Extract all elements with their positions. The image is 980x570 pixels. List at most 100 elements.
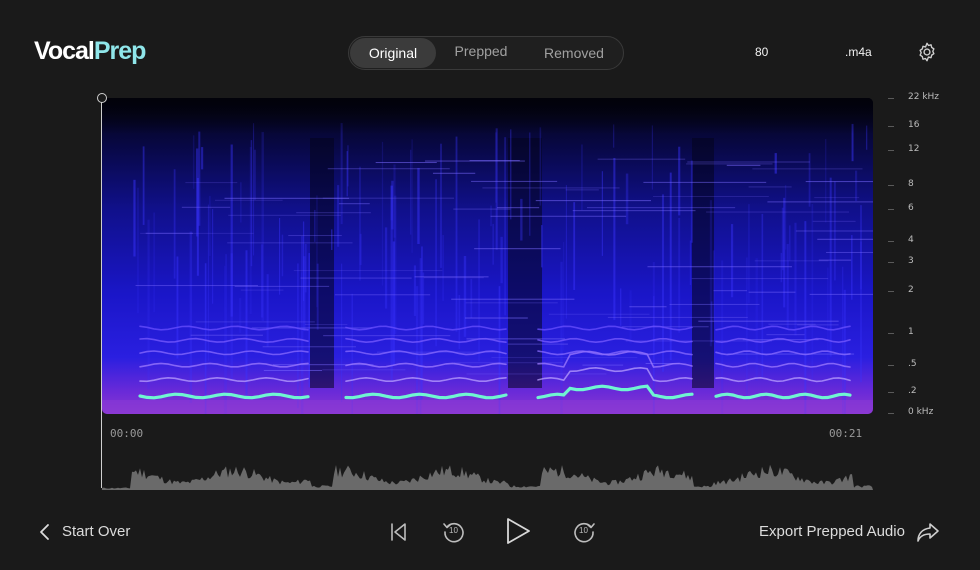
tab-removed[interactable]: Removed: [527, 38, 621, 68]
spectrogram-harmonic-noise: [643, 181, 767, 183]
spectrogram-streak: [794, 222, 797, 336]
spectrogram-streak: [212, 209, 214, 304]
spectrogram-streak: [394, 195, 397, 335]
spectrogram-harmonic-noise: [669, 303, 760, 305]
frequency-label: 22 kHz: [908, 92, 940, 102]
spectrogram-streak: [192, 135, 195, 189]
spectrogram-streak: [359, 233, 362, 266]
spectrogram-streak: [520, 198, 523, 241]
export-label: Export Prepped Audio: [759, 523, 905, 540]
spectrogram-streak: [860, 205, 862, 383]
spectrogram-streak: [478, 219, 480, 362]
spectrogram-streak: [240, 182, 242, 223]
rewind-10-button[interactable]: 10: [440, 518, 468, 546]
spectrogram-streak: [784, 185, 787, 250]
spectrogram-streak: [196, 177, 199, 276]
spectrogram-streak: [137, 187, 139, 314]
spectrogram-harmonic-noise: [582, 364, 624, 366]
frequency-tick: [888, 241, 894, 242]
spectrogram-harmonic-noise: [713, 290, 747, 292]
spectrogram-harmonic-noise: [474, 248, 561, 250]
spectrogram-harmonic-noise: [752, 168, 863, 170]
spectrogram-streak: [147, 219, 150, 390]
spectrogram-streak: [209, 195, 211, 257]
spectrogram-harmonic-noise: [334, 294, 431, 296]
tab-prepped[interactable]: Prepped: [437, 36, 525, 66]
spectrogram-streak: [417, 167, 420, 245]
spectrogram-harmonic-noise: [288, 235, 342, 237]
skip-to-start-button[interactable]: [388, 520, 410, 544]
spectrogram-streak: [748, 204, 750, 304]
spectrogram-top-fade: [102, 98, 873, 134]
play-button[interactable]: [502, 514, 534, 548]
spectrogram-streak: [230, 144, 233, 317]
spectrogram-harmonic-noise: [809, 293, 873, 295]
spectrogram-harmonic-noise: [726, 164, 761, 166]
spectrogram-harmonic-noise: [653, 195, 769, 197]
spectrogram-streak: [721, 260, 724, 414]
time-end-label: 00:21: [829, 427, 863, 440]
spectrogram-streak: [510, 129, 512, 220]
tab-original[interactable]: Original: [350, 38, 436, 68]
spectrogram-streak: [565, 185, 567, 319]
spectrogram-streak: [689, 240, 692, 285]
playhead-handle[interactable]: [97, 93, 107, 103]
chevron-left-icon: [40, 524, 49, 540]
spectrogram-harmonic-noise: [272, 364, 374, 366]
gear-icon[interactable]: [916, 41, 938, 63]
spectrogram-harmonic-noise: [224, 197, 350, 199]
frequency-tick: [888, 262, 894, 263]
spectrogram-harmonic-noise: [647, 266, 792, 268]
spectrogram-streak: [351, 293, 353, 414]
spectrogram-streak: [458, 295, 461, 350]
spectrogram-streak: [712, 250, 715, 321]
value-readout: 80: [755, 45, 769, 59]
spectrogram-streak: [625, 173, 629, 225]
spectrogram-harmonic-noise: [227, 242, 353, 244]
spectrogram-harmonic-noise: [818, 259, 852, 261]
spectrogram-streak: [841, 266, 844, 414]
spectrogram-gap: [508, 138, 542, 388]
spectrogram-streak: [381, 141, 384, 286]
spectrogram-harmonic-noise: [572, 210, 696, 212]
spectrogram-harmonic-noise: [497, 207, 540, 209]
spectrogram-streak: [260, 244, 264, 318]
time-start-label: 00:00: [110, 427, 144, 440]
spectrogram-streak: [774, 153, 777, 174]
spectrogram-streak: [308, 253, 311, 388]
spectrogram-streak: [629, 290, 632, 344]
spectrogram-streak: [573, 202, 576, 291]
spectrogram-streak: [761, 213, 764, 378]
spectrogram-harmonic-noise: [234, 285, 330, 287]
spectrogram-harmonic-noise: [185, 182, 238, 184]
spectrogram-gap: [310, 138, 334, 388]
spectrogram-harmonic-noise: [490, 215, 627, 217]
spectrogram-harmonic-noise: [748, 186, 792, 188]
spectrogram-streak: [470, 278, 473, 319]
start-over-button[interactable]: Start Over: [38, 520, 130, 544]
spectrogram-streak: [384, 227, 388, 309]
frequency-label: 6: [908, 203, 914, 213]
forward-10-button[interactable]: 10: [570, 518, 598, 546]
frequency-label: 8: [908, 179, 914, 189]
spectrogram[interactable]: [102, 98, 873, 414]
spectrogram-harmonic-noise: [691, 278, 829, 280]
export-button[interactable]: Export Prepped Audio: [759, 520, 939, 544]
waveform[interactable]: [102, 456, 873, 490]
spectrogram-harmonic-noise: [327, 168, 450, 170]
spectrogram-streak: [225, 254, 227, 414]
spectrogram-streak: [825, 139, 827, 223]
spectrogram-harmonic-noise: [826, 251, 873, 253]
spectrogram-streak: [207, 204, 209, 361]
spectrogram-harmonic-noise: [375, 162, 437, 164]
spectrogram-streak: [661, 194, 665, 372]
spectrogram-streak: [249, 147, 252, 315]
spectrogram-streak: [442, 235, 444, 301]
spectrogram-harmonic-noise: [263, 369, 323, 371]
spectrogram-streak: [340, 123, 343, 225]
spectrogram-harmonic-noise: [451, 298, 575, 300]
spectrogram-harmonic-noise: [145, 232, 194, 234]
spectrogram-harmonic-noise: [754, 260, 829, 262]
file-format-label: .m4a: [845, 45, 872, 59]
frequency-label: 3: [908, 256, 914, 266]
